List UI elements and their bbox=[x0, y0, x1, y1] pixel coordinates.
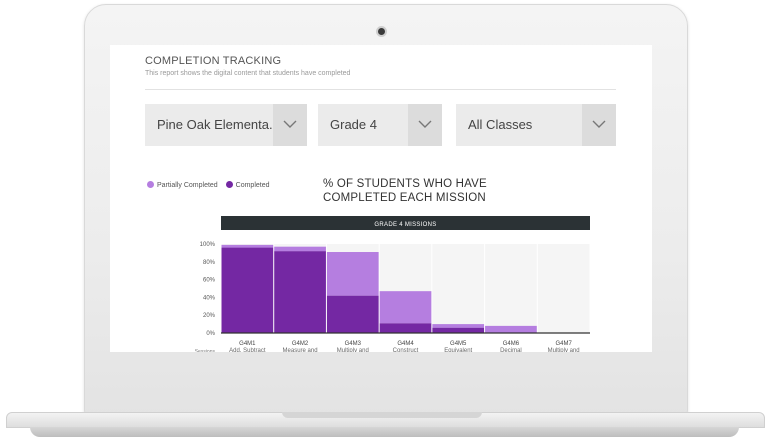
y-tick-label: 100% bbox=[200, 242, 216, 248]
bar-completed bbox=[432, 327, 485, 333]
bar-partial bbox=[485, 325, 537, 333]
y-tick-label: 40% bbox=[203, 295, 216, 301]
column-background bbox=[485, 244, 537, 333]
base-notch bbox=[282, 412, 482, 418]
bar-partial bbox=[432, 324, 485, 328]
screen: COMPLETION TRACKING This report shows th… bbox=[110, 45, 652, 352]
mission-completion-chart: GRADE 4 MISSIONS 100% 80% 60% 40% 20% 0% G4M1Ad… bbox=[195, 216, 590, 352]
x-tick-label: G4M2 bbox=[292, 341, 309, 347]
column-background bbox=[537, 244, 590, 333]
bar-partial bbox=[274, 246, 326, 252]
bar-completed bbox=[221, 247, 274, 333]
row-label: Sessions bbox=[195, 349, 216, 352]
x-tick-label: G4M6 bbox=[503, 341, 520, 347]
y-tick-label: 60% bbox=[203, 278, 216, 284]
x-tick-sublabel: Decimal bbox=[500, 348, 522, 352]
x-tick-label: G4M3 bbox=[345, 341, 362, 347]
bar-partial bbox=[326, 252, 379, 296]
y-tick-label: 0% bbox=[206, 331, 215, 337]
base-bottom bbox=[30, 427, 739, 437]
x-tick-sublabel: Multiply and bbox=[548, 348, 580, 352]
x-tick-label: G4M5 bbox=[450, 341, 467, 347]
x-tick-sublabel: Measure and bbox=[283, 348, 318, 352]
x-tick-sublabel: Construct bbox=[393, 348, 419, 352]
x-tick-sublabel: Equivalent bbox=[444, 348, 472, 352]
bar-completed bbox=[326, 295, 379, 333]
x-tick-label: G4M7 bbox=[555, 341, 572, 347]
y-tick-label: 80% bbox=[203, 260, 216, 266]
chart-header-text: GRADE 4 MISSIONS bbox=[374, 222, 436, 228]
bar-partial bbox=[221, 244, 274, 248]
x-tick-sublabel: Add, Subtract bbox=[229, 348, 266, 352]
bar-completed bbox=[274, 251, 326, 333]
x-tick-sublabel: Multiply and bbox=[337, 348, 369, 352]
webcam-icon bbox=[376, 26, 387, 37]
x-tick-label: G4M4 bbox=[397, 341, 414, 347]
laptop-base bbox=[0, 394, 769, 444]
bar-completed bbox=[379, 323, 432, 333]
column-background bbox=[432, 244, 485, 333]
y-tick-label: 20% bbox=[203, 313, 216, 319]
x-tick-label: G4M1 bbox=[239, 341, 256, 347]
bar-partial bbox=[379, 291, 432, 324]
